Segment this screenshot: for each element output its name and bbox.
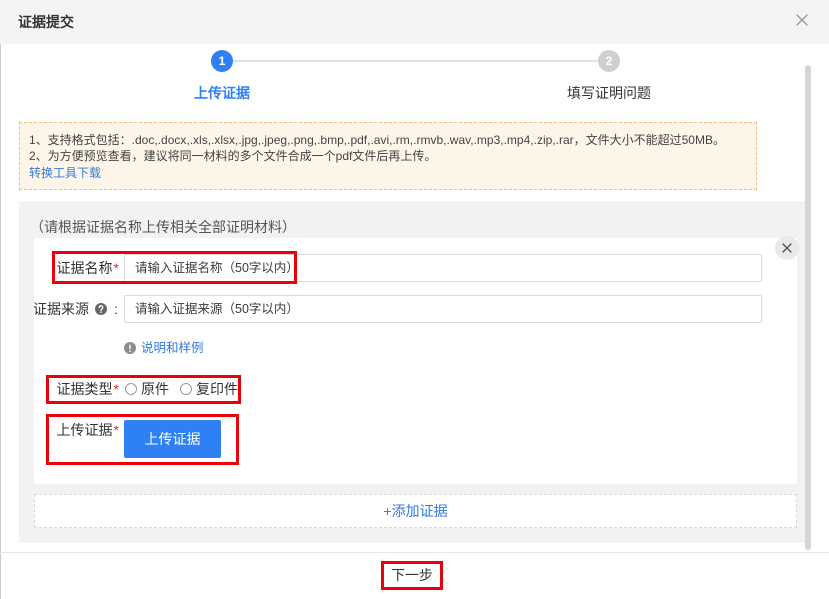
- evidence-section: （请根据证据名称上传相关全部证明材料） 证据名称* 证据来源 :: [19, 201, 811, 543]
- exclamation-circle-icon: [124, 342, 136, 354]
- step-connector: [233, 60, 598, 62]
- radio-original-label: 原件: [141, 381, 169, 397]
- radio-original[interactable]: [125, 383, 137, 395]
- remove-evidence-button[interactable]: [775, 236, 799, 260]
- required-mark: *: [113, 260, 119, 276]
- required-mark: *: [113, 381, 119, 397]
- notice-line-pdf-tip: 2、为方便预览查看，建议将同一材料的多个文件合成一个pdf文件后再上传。: [29, 149, 437, 163]
- evidence-card: 证据名称* 证据来源 : 说明和样例 证据类型* 原件: [33, 236, 799, 484]
- vertical-scrollbar[interactable]: [805, 65, 811, 550]
- radio-option-copy[interactable]: 复印件: [180, 381, 238, 397]
- evidence-source-colon: :: [114, 301, 118, 317]
- step-1-indicator: 1: [211, 50, 233, 72]
- step-1-label: 上传证据: [194, 85, 250, 101]
- evidence-hint: （请根据证据名称上传相关全部证明材料）: [30, 219, 296, 235]
- step-2-number: 2: [605, 54, 613, 68]
- evidence-type-label-text: 证据类型: [56, 381, 113, 397]
- evidence-name-label-text: 证据名称: [56, 260, 113, 276]
- evidence-name-input[interactable]: [124, 254, 762, 282]
- question-circle-icon[interactable]: [95, 303, 107, 315]
- close-circle-icon: [782, 243, 792, 253]
- upload-evidence-label: 上传证据*: [34, 422, 119, 438]
- dialog-close-button[interactable]: [796, 14, 808, 26]
- radio-copy[interactable]: [180, 383, 192, 395]
- format-notice-box: 1、支持格式包括：.doc,.docx,.xls,.xlsx,.jpg,.jpe…: [19, 122, 757, 190]
- radio-option-original[interactable]: 原件: [125, 381, 169, 397]
- evidence-source-label-text: 证据来源: [33, 301, 89, 317]
- add-evidence-button[interactable]: +添加证据: [34, 494, 797, 528]
- required-mark: *: [113, 422, 119, 438]
- radio-copy-label: 复印件: [196, 381, 238, 397]
- step-2-indicator: 2: [598, 50, 620, 72]
- next-step-button[interactable]: 下一步: [384, 564, 440, 587]
- evidence-source-input[interactable]: [124, 295, 762, 323]
- dialog-header: 证据提交: [0, 0, 829, 44]
- step-1-number: 1: [218, 54, 226, 68]
- step-2-label: 填写证明问题: [567, 85, 651, 101]
- upload-evidence-button[interactable]: 上传证据: [124, 420, 221, 458]
- upload-evidence-label-text: 上传证据: [56, 422, 113, 438]
- evidence-source-label: 证据来源 :: [33, 301, 118, 317]
- conversion-tool-download-link[interactable]: 转换工具下载: [29, 165, 101, 181]
- stepper: 1 上传证据 2 填写证明问题: [0, 44, 829, 106]
- evidence-type-label: 证据类型*: [34, 381, 119, 397]
- footer-divider: [0, 552, 829, 553]
- dialog-title: 证据提交: [18, 14, 74, 30]
- notice-line-formats: 1、支持格式包括：.doc,.docx,.xls,.xlsx,.jpg,.jpe…: [29, 133, 725, 147]
- evidence-name-label: 证据名称*: [34, 260, 119, 276]
- close-icon: [796, 14, 808, 26]
- explanation-and-example-link[interactable]: 说明和样例: [141, 340, 204, 356]
